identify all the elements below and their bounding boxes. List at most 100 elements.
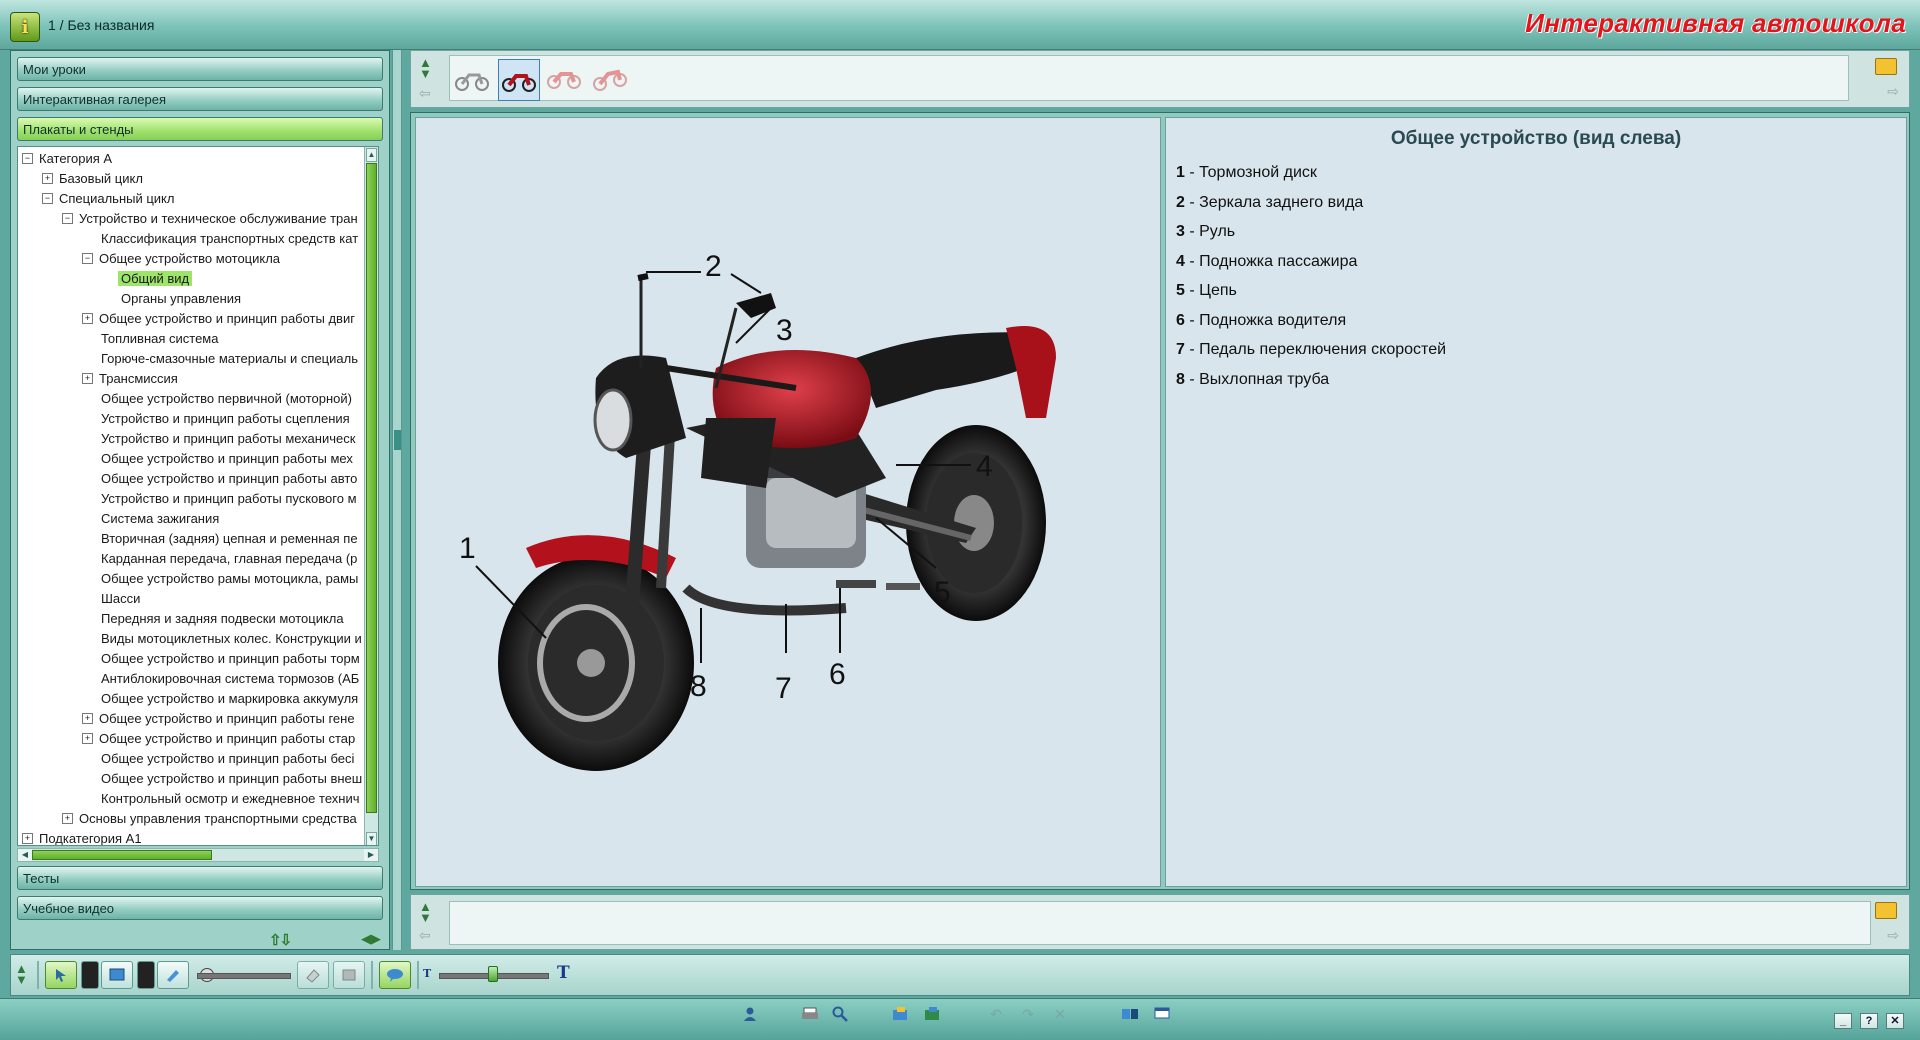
hscrollbar-thumb[interactable] (32, 850, 212, 860)
expand-icon[interactable]: + (82, 713, 93, 725)
tree-vertical-scrollbar[interactable]: ▲ ▼ (364, 147, 378, 845)
tree-item[interactable]: − Общее устройство мотоцикла (82, 249, 283, 269)
gallery-button[interactable]: Интерактивная галерея (17, 87, 383, 111)
collapse-icon[interactable]: − (42, 193, 53, 205)
move-up-down-icon[interactable]: ⇧⇩ (269, 931, 292, 949)
delete-icon[interactable]: ✕ (1050, 1005, 1070, 1023)
tree-item[interactable]: Общее устройство и принцип работы авто (82, 469, 360, 489)
scroll-down-icon[interactable]: ▼ (366, 832, 377, 845)
user-icon[interactable] (740, 1005, 760, 1023)
tree-item[interactable]: Антиблокировочная система тормозов (АБ (82, 669, 362, 689)
collapse-icon[interactable]: − (62, 213, 73, 225)
comment-folder-icon[interactable] (1875, 902, 1897, 919)
open-folder-icon[interactable] (1875, 58, 1897, 75)
help-button[interactable]: ? (1860, 1013, 1878, 1029)
tree-item[interactable]: Общее устройство и принцип работы торм (82, 649, 363, 669)
undo-icon[interactable]: ↶ (986, 1005, 1006, 1023)
tree-item[interactable]: Топливная система (82, 329, 221, 349)
tree-item[interactable]: Органы управления (102, 289, 244, 309)
tree-item[interactable]: + Общее устройство и принцип работы гене (82, 709, 358, 729)
tree-item[interactable]: Контрольный осмотр и ежедневное технич (82, 789, 363, 809)
expand-icon[interactable]: + (82, 733, 93, 745)
expand-icon[interactable]: + (42, 173, 53, 185)
tree-item[interactable]: Вторичная (задняя) цепная и ременная пе (82, 529, 361, 549)
import-icon[interactable] (922, 1005, 942, 1023)
scroll-left-icon[interactable]: ◀ (18, 849, 32, 861)
expand-icon[interactable]: + (62, 813, 73, 825)
tree-item[interactable]: + Общее устройство и принцип работы стар (82, 729, 358, 749)
tree-item[interactable]: Карданная передача, главная передача (р (82, 549, 360, 569)
tree-item[interactable]: − Категория А (22, 149, 115, 169)
tree-item[interactable]: − Устройство и техническое обслуживание т… (62, 209, 361, 229)
tree-item[interactable]: Общее устройство и принцип работы внеш (82, 769, 365, 789)
thumbnail-motorcycle-side[interactable] (590, 59, 630, 99)
scroll-right-icon[interactable]: ▶ (364, 849, 378, 861)
app-logo-icon[interactable]: i (10, 12, 40, 42)
thumbnail-motorcycle-faded[interactable] (544, 59, 584, 99)
tree-item[interactable]: + Базовый цикл (42, 169, 146, 189)
highlighter-tool-button[interactable] (157, 961, 189, 989)
panel-splitter[interactable] (392, 50, 402, 950)
color-swatch-black[interactable] (81, 961, 99, 989)
tests-button[interactable]: Тесты (17, 866, 383, 890)
lessons-tree[interactable]: − Категория А + Базовый цикл − Специальный ци… (17, 146, 379, 846)
window-icon[interactable] (1152, 1005, 1172, 1023)
tree-item[interactable]: Устройство и принцип работы механическ (82, 429, 358, 449)
scroll-up-icon[interactable]: ▲ (366, 148, 377, 162)
collapse-panel-icon[interactable]: ◀▶ (361, 931, 381, 947)
toolbar-toggle-icon[interactable]: ▲ ▼ (15, 962, 28, 986)
brush-size-slider[interactable] (197, 973, 291, 979)
splitter-grip-icon[interactable] (394, 430, 401, 450)
tree-item[interactable]: + Трансмиссия (82, 369, 181, 389)
rectangle-tool-button[interactable] (101, 961, 133, 989)
eraser-button[interactable] (297, 961, 329, 989)
my-lessons-button[interactable]: Мои уроки (17, 57, 383, 81)
tree-item[interactable]: Система зажигания (82, 509, 222, 529)
comment-toggle-icon[interactable]: ▲ ▼ (419, 900, 432, 924)
tree-item[interactable]: Общее устройство и маркировка аккумуля (82, 689, 361, 709)
tree-item[interactable]: Общее устройство и принцип работы бесі (82, 749, 357, 769)
tree-item[interactable]: + Подкатегория А1 (22, 829, 145, 845)
color-swatch-black-2[interactable] (137, 961, 155, 989)
posters-button[interactable]: Плакаты и стенды (17, 117, 383, 141)
thumbnail-motorcycle-red[interactable] (498, 59, 540, 101)
tree-item[interactable]: Классификация транспортных средств кат (82, 229, 361, 249)
tree-item[interactable]: Шасси (82, 589, 143, 609)
expand-icon[interactable]: + (82, 313, 93, 325)
tree-item[interactable]: Общее устройство рамы мотоцикла, рамы (82, 569, 361, 589)
tree-item[interactable]: + Основы управления транспортными средств… (62, 809, 360, 829)
tree-horizontal-scrollbar[interactable]: ◀ ▶ (17, 848, 379, 862)
comment-prev-icon[interactable]: ⇦ (419, 927, 431, 944)
collapse-icon[interactable]: − (82, 253, 93, 265)
thumbnail-motorcycle-gray[interactable] (452, 59, 492, 99)
export-icon[interactable] (890, 1005, 910, 1023)
strip-toggle-icon[interactable]: ▲ ▼ (419, 56, 432, 80)
video-button[interactable]: Учебное видео (17, 896, 383, 920)
prev-arrow-icon[interactable]: ⇦ (419, 85, 431, 102)
tree-item[interactable]: − Специальный цикл (42, 189, 177, 209)
tree-item[interactable]: Виды мотоциклетных колес. Конструкции и (82, 629, 365, 649)
collapse-icon[interactable]: − (22, 153, 33, 165)
minimize-button[interactable]: _ (1834, 1013, 1852, 1029)
scrollbar-thumb[interactable] (366, 163, 377, 813)
print-icon[interactable] (800, 1005, 820, 1023)
comment-next-icon[interactable]: ⇨ (1887, 927, 1899, 944)
next-arrow-icon[interactable]: ⇨ (1887, 83, 1899, 100)
font-size-knob[interactable] (488, 966, 498, 982)
tree-item[interactable]: Устройство и принцип работы пускового м (82, 489, 360, 509)
expand-icon[interactable]: + (82, 373, 93, 385)
close-button[interactable]: ✕ (1886, 1013, 1904, 1029)
expand-icon[interactable]: + (22, 833, 33, 845)
layout-icon[interactable] (1120, 1005, 1140, 1023)
redo-icon[interactable]: ↷ (1018, 1005, 1038, 1023)
tree-item[interactable]: Передняя и задняя подвески мотоцикла (82, 609, 347, 629)
speech-bubble-button[interactable] (379, 961, 411, 989)
tree-item[interactable]: Общий вид (102, 269, 193, 289)
tree-item[interactable]: + Общее устройство и принцип работы двиг (82, 309, 358, 329)
zoom-icon[interactable] (830, 1005, 850, 1023)
tree-item[interactable]: Горюче-смазочные материалы и специаль (82, 349, 361, 369)
tree-item[interactable]: Общее устройство первичной (моторной) (82, 389, 355, 409)
clear-drawing-button[interactable] (333, 961, 365, 989)
tree-item[interactable]: Общее устройство и принцип работы мех (82, 449, 356, 469)
tree-item[interactable]: Устройство и принцип работы сцепления (82, 409, 353, 429)
